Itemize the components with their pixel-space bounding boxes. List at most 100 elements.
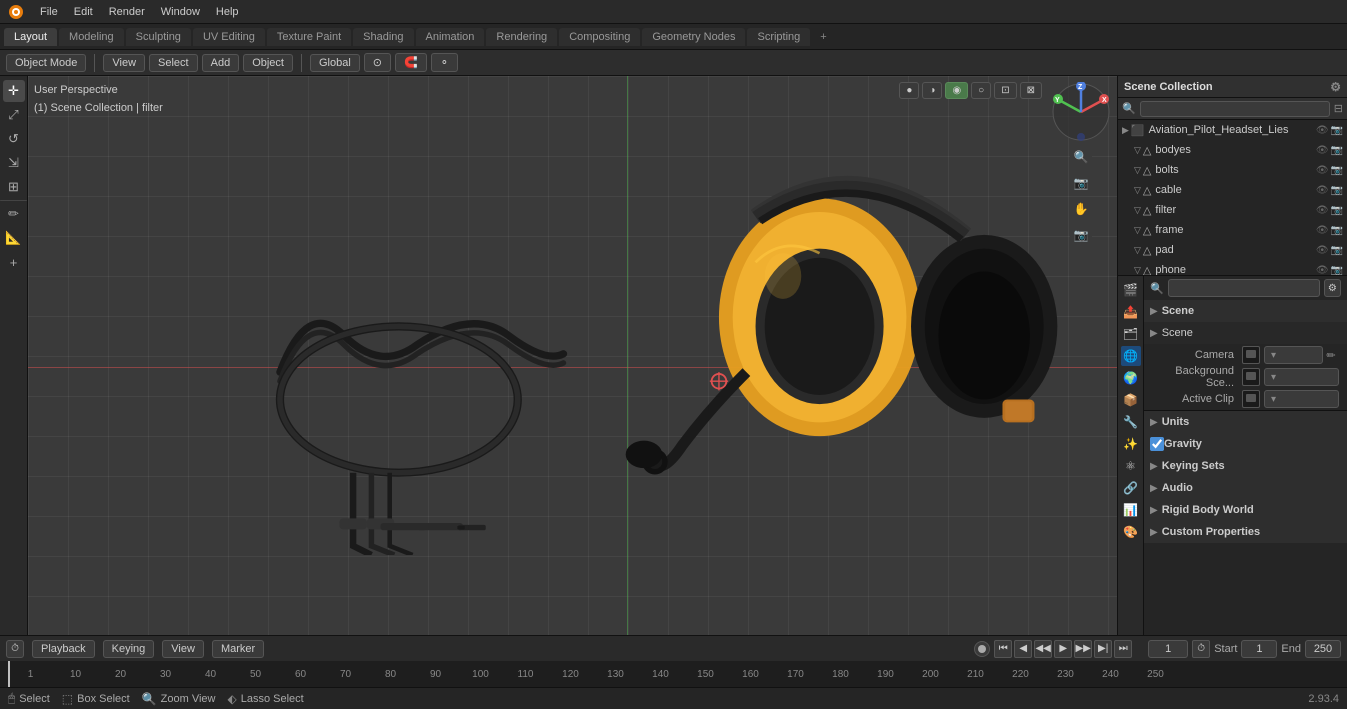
prop-world-tab[interactable]: 🌍 — [1121, 368, 1141, 388]
visibility-icon[interactable]: 👁 — [1316, 205, 1329, 216]
outliner-item-cable[interactable]: ▽ △ cable 👁 📷 — [1118, 180, 1347, 200]
bg-scene-dropdown[interactable]: ▾ — [1264, 368, 1339, 386]
prop-constraints-tab[interactable]: 🔗 — [1121, 478, 1141, 498]
prop-output-tab[interactable]: 📤 — [1121, 302, 1141, 322]
shading-solid-btn[interactable]: ◉ — [945, 82, 968, 99]
add-menu[interactable]: Add — [202, 54, 240, 72]
camera-edit-btn[interactable]: ✏ — [1323, 347, 1339, 363]
camera-dropdown[interactable]: ▾ — [1264, 346, 1323, 364]
render-icon[interactable]: 📷 — [1331, 145, 1343, 156]
tab-rendering[interactable]: Rendering — [486, 28, 557, 46]
filter-icon[interactable]: ⊟ — [1334, 102, 1343, 115]
visibility-icon[interactable]: 👁 — [1316, 225, 1329, 236]
play-back-btn[interactable]: ◀◀ — [1034, 640, 1052, 658]
hand-btn[interactable]: ✋ — [1070, 198, 1092, 220]
select-menu[interactable]: Select — [149, 54, 198, 72]
play-btn[interactable]: ▶ — [1054, 640, 1072, 658]
shading-material-btn[interactable]: ◑ — [922, 82, 942, 99]
properties-filter-btn[interactable]: ⚙ — [1324, 279, 1341, 297]
rotate-tool[interactable]: ↺ — [3, 128, 25, 150]
menu-render[interactable]: Render — [101, 4, 153, 20]
visibility-icon[interactable]: 👁 — [1316, 185, 1329, 196]
gravity-section-header[interactable]: Gravity — [1144, 433, 1347, 455]
outliner-search-input[interactable] — [1140, 101, 1330, 117]
shading-rendered-btn[interactable]: ● — [899, 82, 919, 99]
prop-physics-tab[interactable]: ⚛ — [1121, 456, 1141, 476]
scene-section-header[interactable]: ▶ Scene — [1144, 300, 1347, 322]
tab-uv-editing[interactable]: UV Editing — [193, 28, 265, 46]
start-frame-input[interactable]: 1 — [1241, 640, 1277, 658]
gravity-checkbox[interactable] — [1150, 437, 1164, 451]
outliner-item-phone[interactable]: ▽ △ phone 👁 📷 — [1118, 260, 1347, 276]
view-menu-tl[interactable]: View — [162, 640, 204, 658]
tab-modeling[interactable]: Modeling — [59, 28, 124, 46]
outliner-item-root[interactable]: ▶ ⬛ Aviation_Pilot_Headset_Lies 👁 📷 — [1118, 120, 1347, 140]
render-icon[interactable]: 📷 — [1331, 125, 1343, 136]
rigid-body-section-header[interactable]: ▶ Rigid Body World — [1144, 499, 1347, 521]
visibility-icon[interactable]: 👁 — [1316, 265, 1329, 276]
prop-view-layer-tab[interactable]: 🗂 — [1121, 324, 1141, 344]
menu-file[interactable]: File — [32, 4, 66, 20]
next-frame-btn[interactable]: ▶| — [1094, 640, 1112, 658]
prop-modifier-tab[interactable]: 🔧 — [1121, 412, 1141, 432]
render-icon[interactable]: 📷 — [1331, 225, 1343, 236]
outliner-item-filter[interactable]: ▽ △ filter 👁 📷 — [1118, 200, 1347, 220]
object-menu[interactable]: Object — [243, 54, 293, 72]
tab-sculpting[interactable]: Sculpting — [126, 28, 191, 46]
visibility-icon[interactable]: 👁 — [1316, 165, 1329, 176]
marker-menu[interactable]: Marker — [212, 640, 264, 658]
frame-clock-btn[interactable]: ⏱ — [1192, 640, 1210, 658]
add-tool[interactable]: + — [3, 251, 25, 273]
keying-sets-section-header[interactable]: ▶ Keying Sets — [1144, 455, 1347, 477]
prop-material-tab[interactable]: 🎨 — [1121, 522, 1141, 542]
render-icon[interactable]: 📷 — [1331, 165, 1343, 176]
scene-sub-header[interactable]: ▶ Scene — [1144, 322, 1347, 344]
active-clip-dropdown[interactable]: ▾ — [1264, 390, 1339, 408]
scale-tool[interactable]: ⇲ — [3, 152, 25, 174]
render-icon[interactable]: 📷 — [1331, 185, 1343, 196]
tab-compositing[interactable]: Compositing — [559, 28, 640, 46]
tab-texture-paint[interactable]: Texture Paint — [267, 28, 351, 46]
outliner-item-bodyes[interactable]: ▽ △ bodyes 👁 📷 — [1118, 140, 1347, 160]
tab-shading[interactable]: Shading — [353, 28, 413, 46]
render-icon[interactable]: 📷 — [1331, 265, 1343, 276]
zoom-in-btn[interactable]: 🔍 — [1070, 146, 1092, 168]
outliner-item-bolts[interactable]: ▽ △ bolts 👁 📷 — [1118, 160, 1347, 180]
menu-edit[interactable]: Edit — [66, 4, 101, 20]
transform-pivot[interactable]: ⊙ — [364, 53, 391, 72]
cursor-tool[interactable]: ✛ — [3, 80, 25, 102]
transform-global-dropdown[interactable]: Global — [310, 54, 360, 72]
jump-end-btn[interactable]: ⏭ — [1114, 640, 1132, 658]
snap-toggle[interactable]: 🧲 — [395, 53, 427, 72]
record-btn[interactable] — [974, 641, 990, 657]
current-frame-input[interactable]: 1 — [1148, 640, 1188, 658]
visibility-icon[interactable]: 👁 — [1316, 145, 1329, 156]
xray-btn[interactable]: ⊠ — [1020, 82, 1042, 99]
prop-render-tab[interactable]: 🎬 — [1121, 280, 1141, 300]
outliner-item-frame[interactable]: ▽ △ frame 👁 📷 — [1118, 220, 1347, 240]
visibility-icon[interactable]: 👁 — [1316, 125, 1329, 136]
jump-start-btn[interactable]: ⏮ — [994, 640, 1012, 658]
prop-object-tab[interactable]: 📦 — [1121, 390, 1141, 410]
proportional-edit[interactable]: ⚬ — [431, 53, 458, 72]
tab-scripting[interactable]: Scripting — [747, 28, 810, 46]
outliner-item-pad[interactable]: ▽ △ pad 👁 📷 — [1118, 240, 1347, 260]
move-tool[interactable]: ⤢ — [3, 104, 25, 126]
add-workspace-button[interactable]: + — [812, 28, 834, 46]
audio-section-header[interactable]: ▶ Audio — [1144, 477, 1347, 499]
prop-particles-tab[interactable]: ✨ — [1121, 434, 1141, 454]
shading-wireframe-btn[interactable]: ○ — [971, 82, 991, 99]
menu-help[interactable]: Help — [208, 4, 247, 20]
camera-view-btn[interactable]: 📷 — [1070, 172, 1092, 194]
custom-props-section-header[interactable]: ▶ Custom Properties — [1144, 521, 1347, 543]
prop-data-tab[interactable]: 📊 — [1121, 500, 1141, 520]
properties-search-input[interactable] — [1168, 279, 1320, 297]
object-mode-dropdown[interactable]: Object Mode — [6, 54, 86, 72]
menu-window[interactable]: Window — [153, 4, 208, 20]
units-section-header[interactable]: ▶ Units — [1144, 411, 1347, 433]
measure-tool[interactable]: 📐 — [3, 227, 25, 249]
keying-menu[interactable]: Keying — [103, 640, 155, 658]
end-frame-input[interactable]: 250 — [1305, 640, 1341, 658]
annotate-tool[interactable]: ✏ — [3, 203, 25, 225]
view-menu[interactable]: View — [103, 54, 145, 72]
